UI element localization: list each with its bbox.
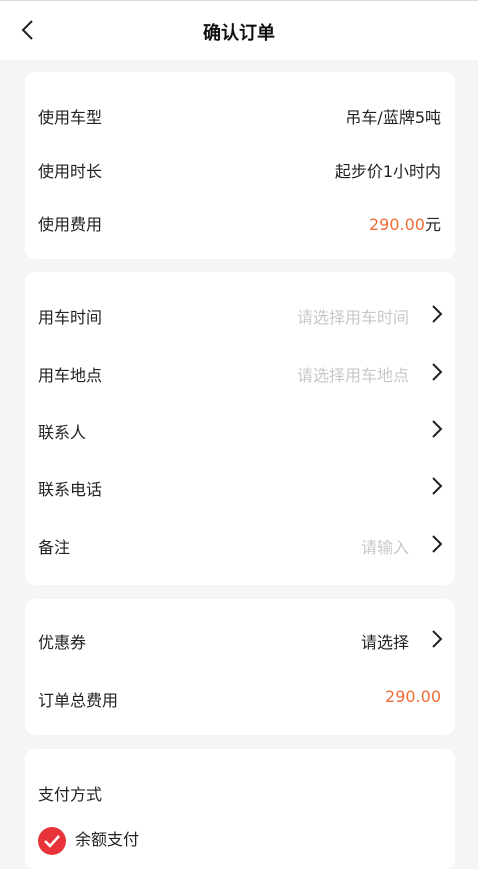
- chevron-right-icon: [432, 420, 443, 438]
- payment-title: 支付方式: [38, 785, 103, 804]
- remark-label: 备注: [38, 538, 71, 557]
- fee-unit: 元: [424, 215, 441, 234]
- vehicle-type-value: 吊车/蓝牌5吨: [345, 108, 441, 127]
- balance-pay-option[interactable]: 余额支付: [25, 821, 455, 861]
- contact-label: 联系人: [38, 423, 87, 442]
- fee-amount: 290.00: [369, 215, 425, 234]
- payment-card: 支付方式 余额支付: [25, 749, 455, 869]
- coupon-value: 请选择: [360, 633, 409, 652]
- duration-value: 起步价1小时内: [334, 162, 441, 181]
- remark-placeholder: 请输入: [360, 538, 409, 557]
- use-location-label: 用车地点: [38, 366, 103, 385]
- check-circle-icon: [38, 827, 66, 855]
- chevron-right-icon: [432, 477, 443, 495]
- total-label: 订单总费用: [38, 691, 119, 710]
- balance-pay-label: 余额支付: [75, 830, 140, 849]
- duration-row: 使用时长 起步价1小时内: [25, 148, 455, 188]
- coupon-card: 优惠券 请选择 订单总费用 290.00: [25, 599, 455, 735]
- vehicle-info-card: 使用车型 吊车/蓝牌5吨 使用时长 起步价1小时内 使用费用 290.00元: [25, 72, 455, 259]
- use-time-placeholder: 请选择用车时间: [296, 308, 409, 327]
- payment-title-row: 支付方式: [25, 771, 455, 811]
- chevron-right-icon: [432, 305, 443, 323]
- phone-row[interactable]: 联系电话: [25, 466, 455, 506]
- coupon-label: 优惠券: [38, 633, 87, 652]
- coupon-row[interactable]: 优惠券 请选择: [25, 619, 455, 659]
- top-bar: 确认订单: [0, 0, 478, 60]
- page-title: 确认订单: [203, 23, 275, 44]
- use-location-row[interactable]: 用车地点 请选择用车地点: [25, 352, 455, 392]
- fee-row: 使用费用 290.00元: [25, 201, 455, 241]
- booking-card: 用车时间 请选择用车时间 用车地点 请选择用车地点 联系人 联系电话 备注 请输…: [25, 272, 455, 585]
- use-time-row[interactable]: 用车时间 请选择用车时间: [25, 294, 455, 334]
- use-location-placeholder: 请选择用车地点: [296, 366, 409, 385]
- phone-label: 联系电话: [38, 480, 103, 499]
- chevron-right-icon: [432, 535, 443, 553]
- total-value: 290.00: [385, 687, 441, 706]
- fee-value: 290.00元: [369, 211, 441, 235]
- vehicle-type-label: 使用车型: [38, 108, 103, 127]
- total-row: 订单总费用 290.00: [25, 677, 455, 717]
- use-time-label: 用车时间: [38, 308, 103, 327]
- chevron-right-icon: [432, 630, 443, 648]
- contact-row[interactable]: 联系人: [25, 409, 455, 449]
- fee-label: 使用费用: [38, 215, 103, 234]
- chevron-right-icon: [432, 363, 443, 381]
- vehicle-type-row: 使用车型 吊车/蓝牌5吨: [25, 94, 455, 134]
- remark-row[interactable]: 备注 请输入: [25, 524, 455, 564]
- duration-label: 使用时长: [38, 162, 103, 181]
